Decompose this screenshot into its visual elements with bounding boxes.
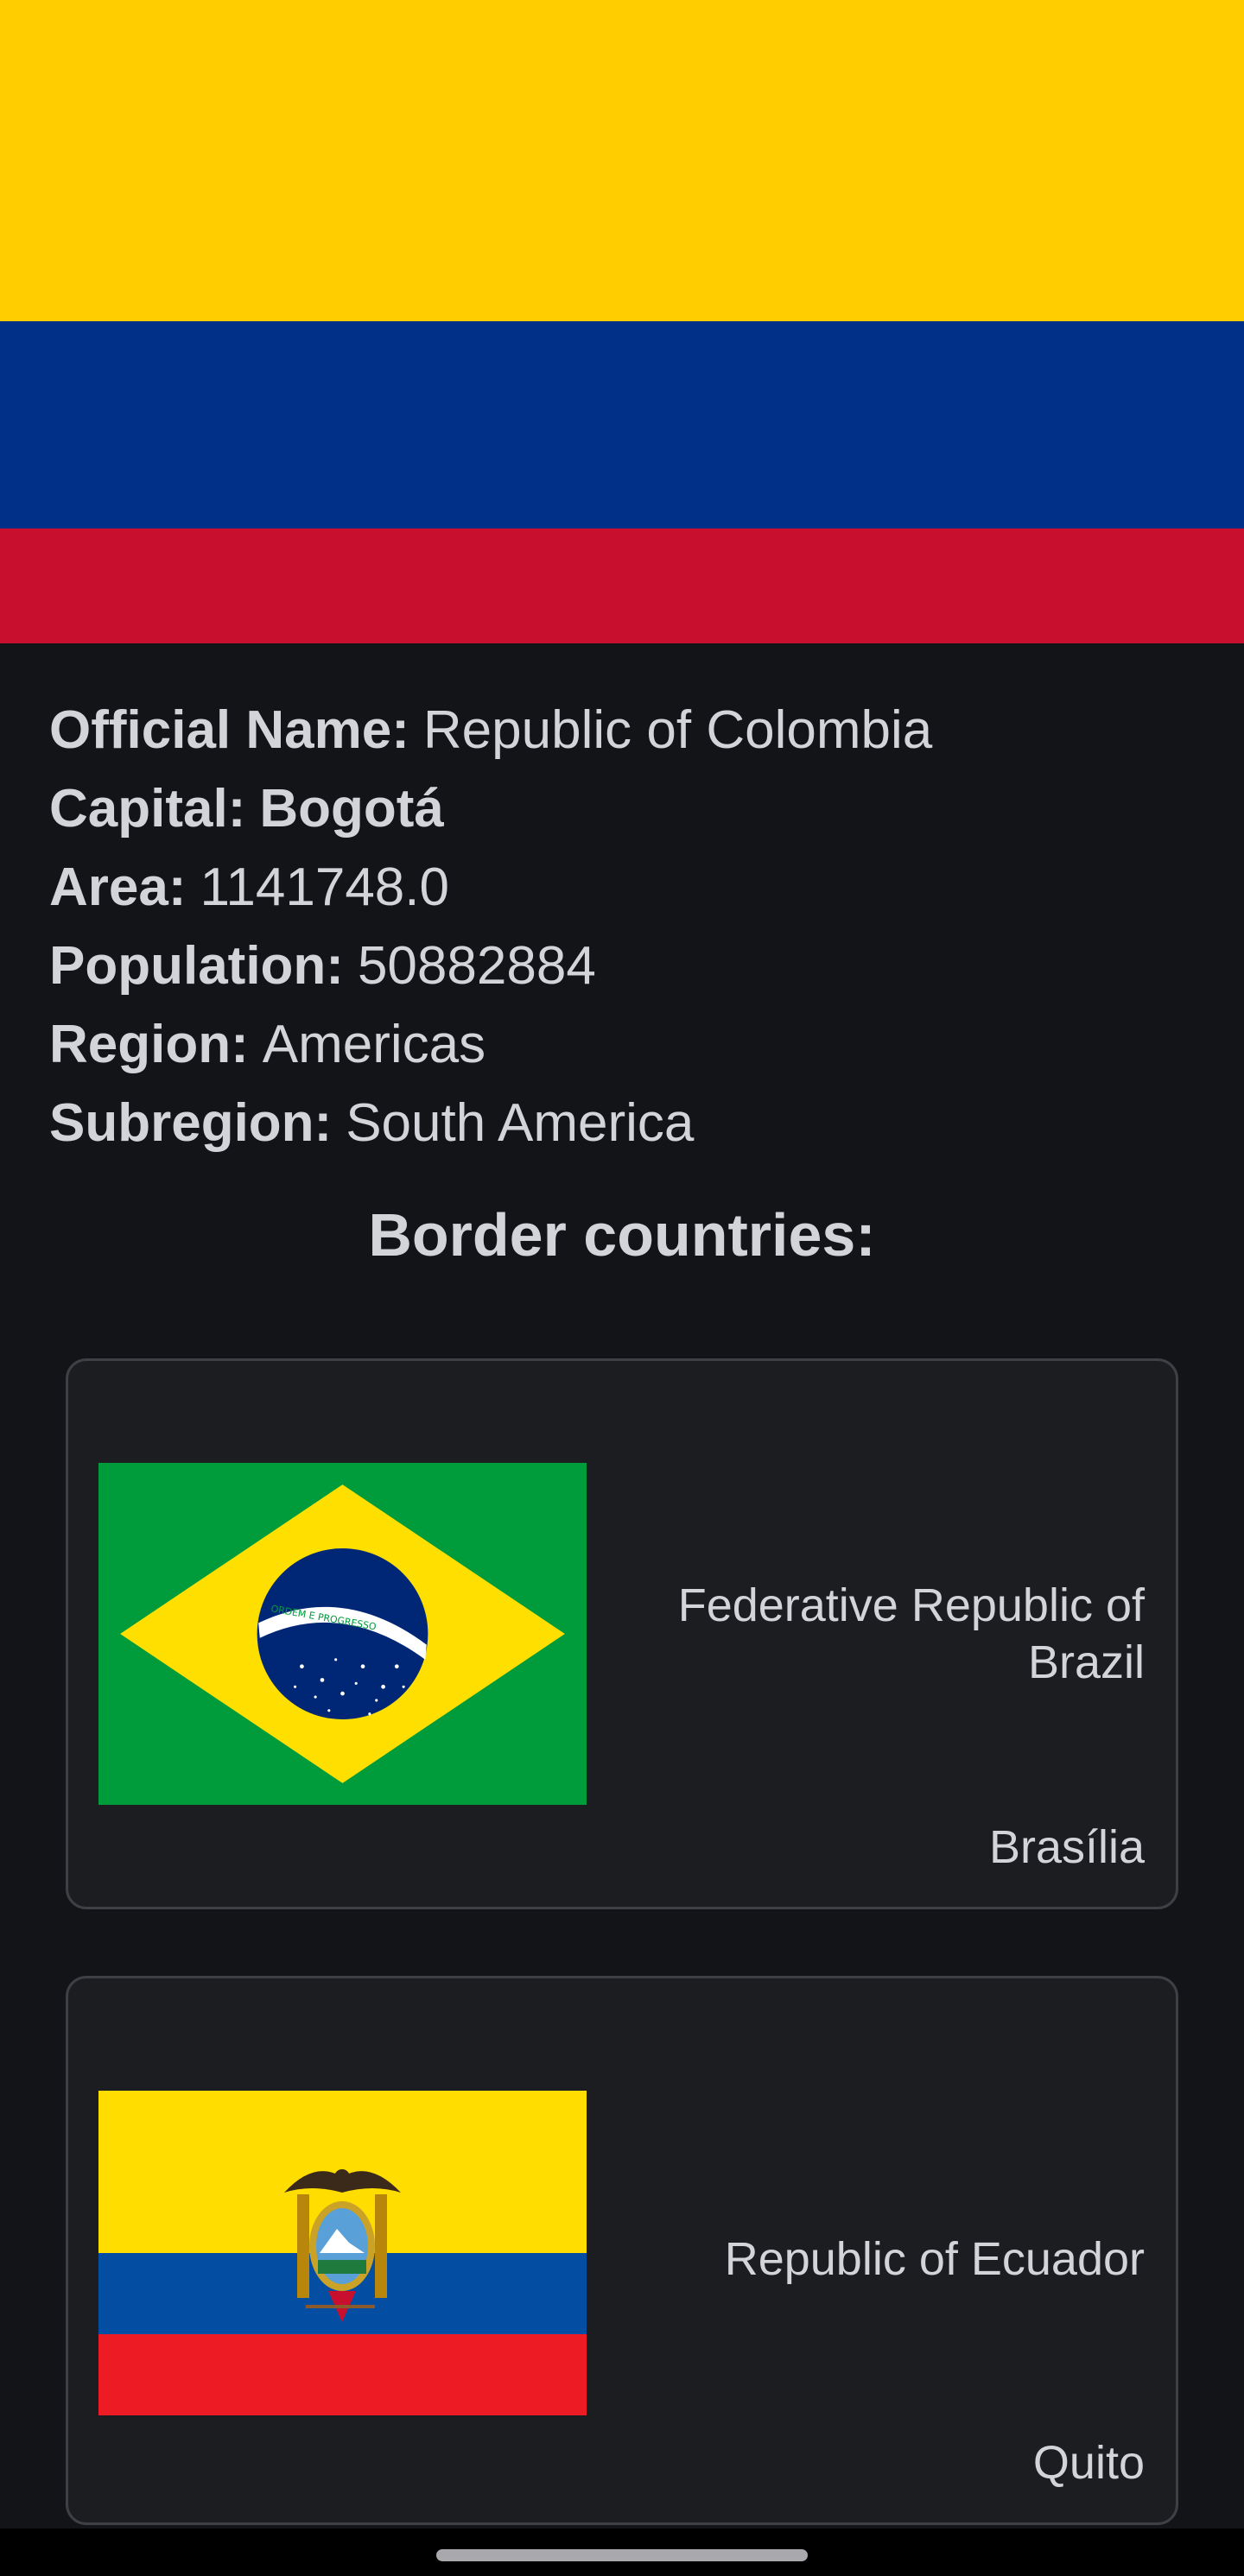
system-navigation-bar bbox=[0, 2529, 1244, 2576]
area-row: Area: 1141748.0 bbox=[49, 848, 1198, 927]
population-label: Population: bbox=[49, 936, 344, 996]
region-row: Region: Americas bbox=[49, 1005, 1198, 1084]
flag-stripe-yellow bbox=[0, 0, 1244, 321]
flag-stripe-red bbox=[0, 528, 1244, 643]
country-detail-screen: Official Name: Republic of Colombia Capit… bbox=[0, 0, 1244, 2576]
border-countries-heading: Border countries: bbox=[368, 1201, 876, 1269]
border-country-card-brazil[interactable]: ORDEM E PROGRESSO Federative Republic of… bbox=[66, 1358, 1178, 1909]
country-official-name: Federative Republic of Brazil bbox=[677, 1579, 1145, 1688]
population-value: 50882884 bbox=[357, 936, 596, 996]
capital-label: Capital: bbox=[49, 779, 246, 839]
area-value: 1141748.0 bbox=[200, 858, 449, 917]
region-value: Americas bbox=[262, 1015, 486, 1074]
subregion-label: Subregion: bbox=[49, 1093, 333, 1153]
border-country-card-ecuador[interactable]: Republic of Ecuador Quito bbox=[66, 1976, 1178, 2525]
country-details: Official Name: Republic of Colombia Capit… bbox=[49, 691, 1198, 1162]
subregion-value: South America bbox=[346, 1093, 695, 1153]
country-capital: Quito bbox=[1032, 2437, 1145, 2489]
country-capital: Brasília bbox=[988, 1821, 1145, 1873]
official-name-row: Official Name: Republic of Colombia bbox=[49, 691, 1198, 769]
official-name-label: Official Name: bbox=[49, 700, 409, 760]
flag-stripe-blue bbox=[0, 321, 1244, 528]
area-label: Area: bbox=[49, 858, 187, 917]
official-name-value: Republic of Colombia bbox=[422, 700, 933, 760]
subregion-row: Subregion: South America bbox=[49, 1084, 1198, 1162]
colombia-flag-image bbox=[0, 0, 1244, 643]
home-indicator[interactable] bbox=[436, 2549, 808, 2561]
brazil-flag-icon: ORDEM E PROGRESSO bbox=[98, 1463, 587, 1805]
population-row: Population: 50882884 bbox=[49, 927, 1198, 1005]
capital-value: Bogotá bbox=[259, 779, 444, 839]
region-label: Region: bbox=[49, 1015, 249, 1074]
ecuador-flag-icon bbox=[98, 2091, 587, 2415]
country-official-name: Republic of Ecuador bbox=[724, 2233, 1145, 2285]
capital-row: Capital: Bogotá bbox=[49, 769, 1198, 848]
